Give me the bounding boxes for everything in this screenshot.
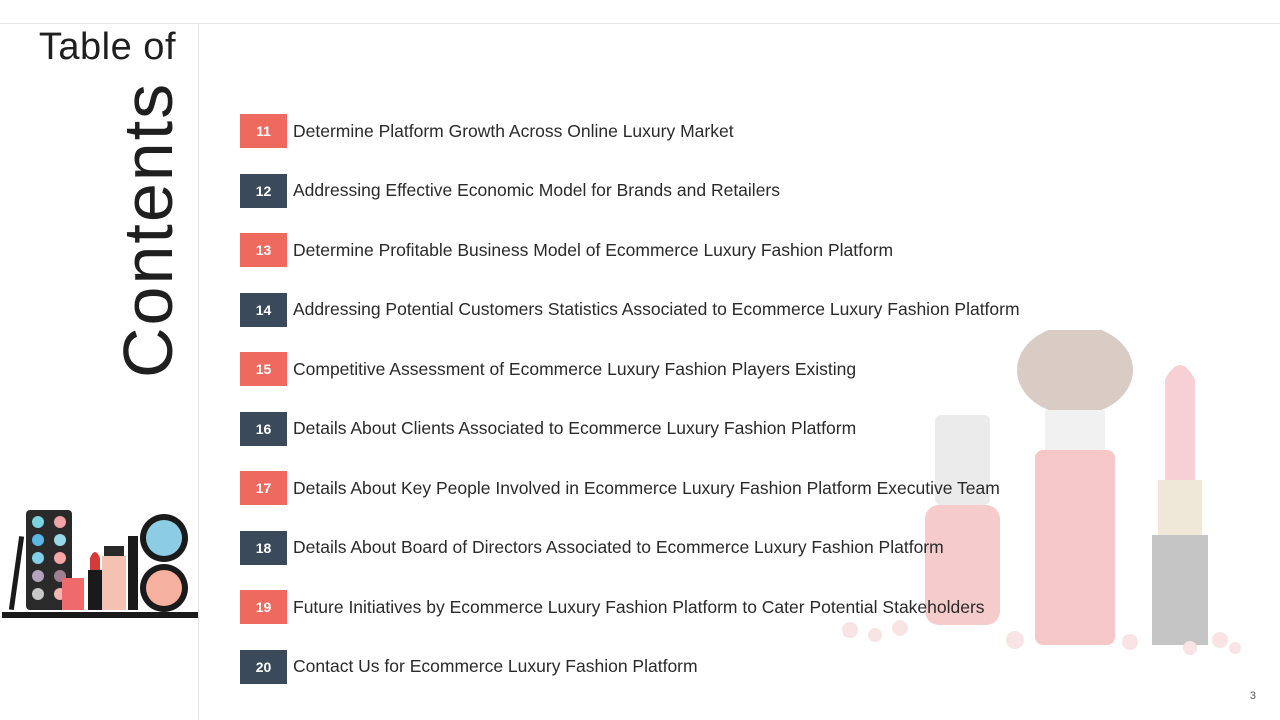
cosmetics-background-image xyxy=(842,330,1241,655)
toc-item: 18 Details About Board of Directors Assoc… xyxy=(240,530,944,565)
toc-number-badge: 20 xyxy=(240,649,287,684)
toc-item: 11 Determine Platform Growth Across Onlin… xyxy=(240,114,734,148)
toc-item: 20 Contact Us for Ecommerce Luxury Fashio… xyxy=(240,649,698,684)
title-line-2-container: Contents xyxy=(108,82,188,378)
toc-number-badge: 15 xyxy=(240,352,287,386)
toc-number-badge: 19 xyxy=(240,590,287,624)
toc-item-title: Future Initiatives by Ecommerce Luxury F… xyxy=(293,596,985,617)
toc-item-title: Determine Profitable Business Model of E… xyxy=(293,239,894,260)
toc-item: 19 Future Initiatives by Ecommerce Luxury… xyxy=(240,590,985,624)
toc-number-badge: 11 xyxy=(240,114,287,148)
toc-item: 13 Determine Profitable Business Model of… xyxy=(240,233,893,267)
toc-item-title: Addressing Potential Customers Statistic… xyxy=(293,299,1020,319)
top-divider xyxy=(0,23,1280,24)
toc-number-badge: 18 xyxy=(240,530,287,565)
toc-item: 17 Details About Key People Involved in E… xyxy=(240,471,1000,505)
title-line-2: Contents xyxy=(109,81,187,378)
title-line-1: Table of xyxy=(38,26,176,68)
toc-item-title: Details About Key People Involved in Eco… xyxy=(293,477,1000,498)
toc-item-title: Details About Clients Associated to Ecom… xyxy=(293,418,857,438)
toc-number-badge: 12 xyxy=(240,173,287,208)
toc-item: 12 Addressing Effective Economic Model fo… xyxy=(240,173,781,208)
toc-item-title: Addressing Effective Economic Model for … xyxy=(293,180,781,200)
toc-item: 16 Details About Clients Associated to Ec… xyxy=(240,411,857,446)
left-divider xyxy=(198,24,199,720)
toc-number-badge: 17 xyxy=(240,471,287,505)
toc-number-badge: 13 xyxy=(240,233,287,267)
toc-item: 14 Addressing Potential Customers Statist… xyxy=(240,292,1020,327)
toc-number-badge: 16 xyxy=(240,411,287,446)
page-number: 3 xyxy=(1249,690,1256,702)
toc-item: 15 Competitive Assessment of Ecommerce Lu… xyxy=(240,352,856,386)
toc-item-title: Competitive Assessment of Ecommerce Luxu… xyxy=(293,358,857,379)
toc-item-title: Details About Board of Directors Associa… xyxy=(293,537,944,557)
toc-number-badge: 14 xyxy=(240,292,287,327)
toc-item-title: Determine Platform Growth Across Online … xyxy=(293,120,734,141)
makeup-kit-icon xyxy=(2,510,198,618)
toc-item-title: Contact Us for Ecommerce Luxury Fashion … xyxy=(293,656,698,676)
